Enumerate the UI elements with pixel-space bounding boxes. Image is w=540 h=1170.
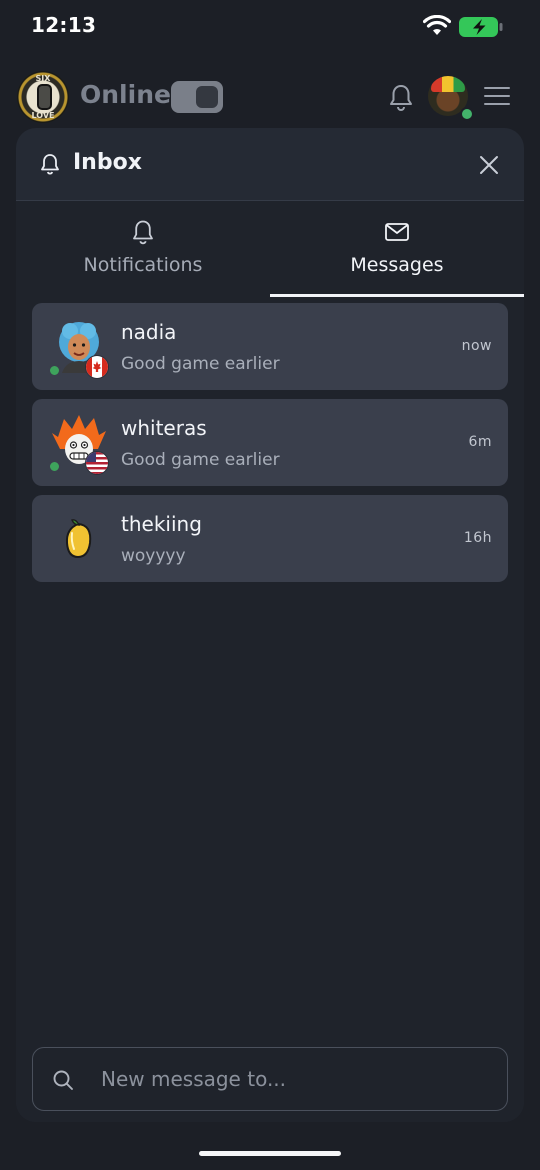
message-time: 6m [468,434,492,450]
message-time: 16h [463,530,492,546]
inbox-tabs: Notifications Messages [16,201,524,297]
tab-notifications[interactable]: Notifications [16,201,270,297]
canada-flag-icon [85,355,109,379]
sender-name: whiteras [121,416,207,440]
new-message-field[interactable] [32,1047,508,1111]
home-indicator[interactable] [199,1151,341,1156]
online-status-dot [460,107,474,121]
tab-messages-label: Messages [350,254,444,276]
tab-notifications-label: Notifications [83,254,203,276]
tab-messages[interactable]: Messages [270,201,524,297]
inbox-header: Inbox [16,128,524,201]
sender-name: nadia [121,320,177,344]
message-row-nadia[interactable]: nadia Good game earlier now [32,303,508,390]
message-list: nadia Good game earlier now whiteras Goo… [16,297,524,1037]
close-icon[interactable] [474,150,504,180]
six-love-logo[interactable]: SIX LOVE [17,71,69,123]
usa-flag-icon [85,451,109,475]
status-bar: 12:13 [0,0,540,56]
bell-icon[interactable] [386,82,416,112]
online-status-label: Online [80,80,171,109]
menu-icon[interactable] [483,84,511,108]
sender-name: thekiing [121,512,202,536]
inbox-panel: Inbox Notifications Messages nadia Good … [16,128,524,1122]
online-indicator [48,460,61,473]
logo-text-bottom: LOVE [31,111,55,120]
compose-area [16,1037,524,1122]
message-preview: Good game earlier [121,354,280,374]
message-row-whiteras[interactable]: whiteras Good game earlier 6m [32,399,508,486]
rasta-hat [431,76,465,92]
search-icon [53,1070,73,1090]
online-toggle[interactable] [171,81,223,113]
message-time: now [461,338,492,354]
bell-icon [133,220,153,245]
online-indicator [48,364,61,377]
message-preview: woyyyy [121,546,186,566]
bell-icon [41,154,59,175]
battery-charging-icon [459,17,503,37]
message-preview: Good game earlier [121,450,280,470]
inbox-title: Inbox [73,150,142,175]
microphone-icon [37,84,52,110]
new-message-input[interactable] [99,1058,493,1100]
toggle-knob [196,86,218,108]
wifi-icon [423,15,451,35]
message-row-thekiing[interactable]: thekiing woyyyy 16h [32,495,508,582]
envelope-icon [385,223,409,241]
status-time: 12:13 [31,13,97,37]
logo-text-top: SIX [35,74,51,83]
app-header: SIX LOVE Online [0,66,540,128]
mango-avatar [65,519,92,559]
